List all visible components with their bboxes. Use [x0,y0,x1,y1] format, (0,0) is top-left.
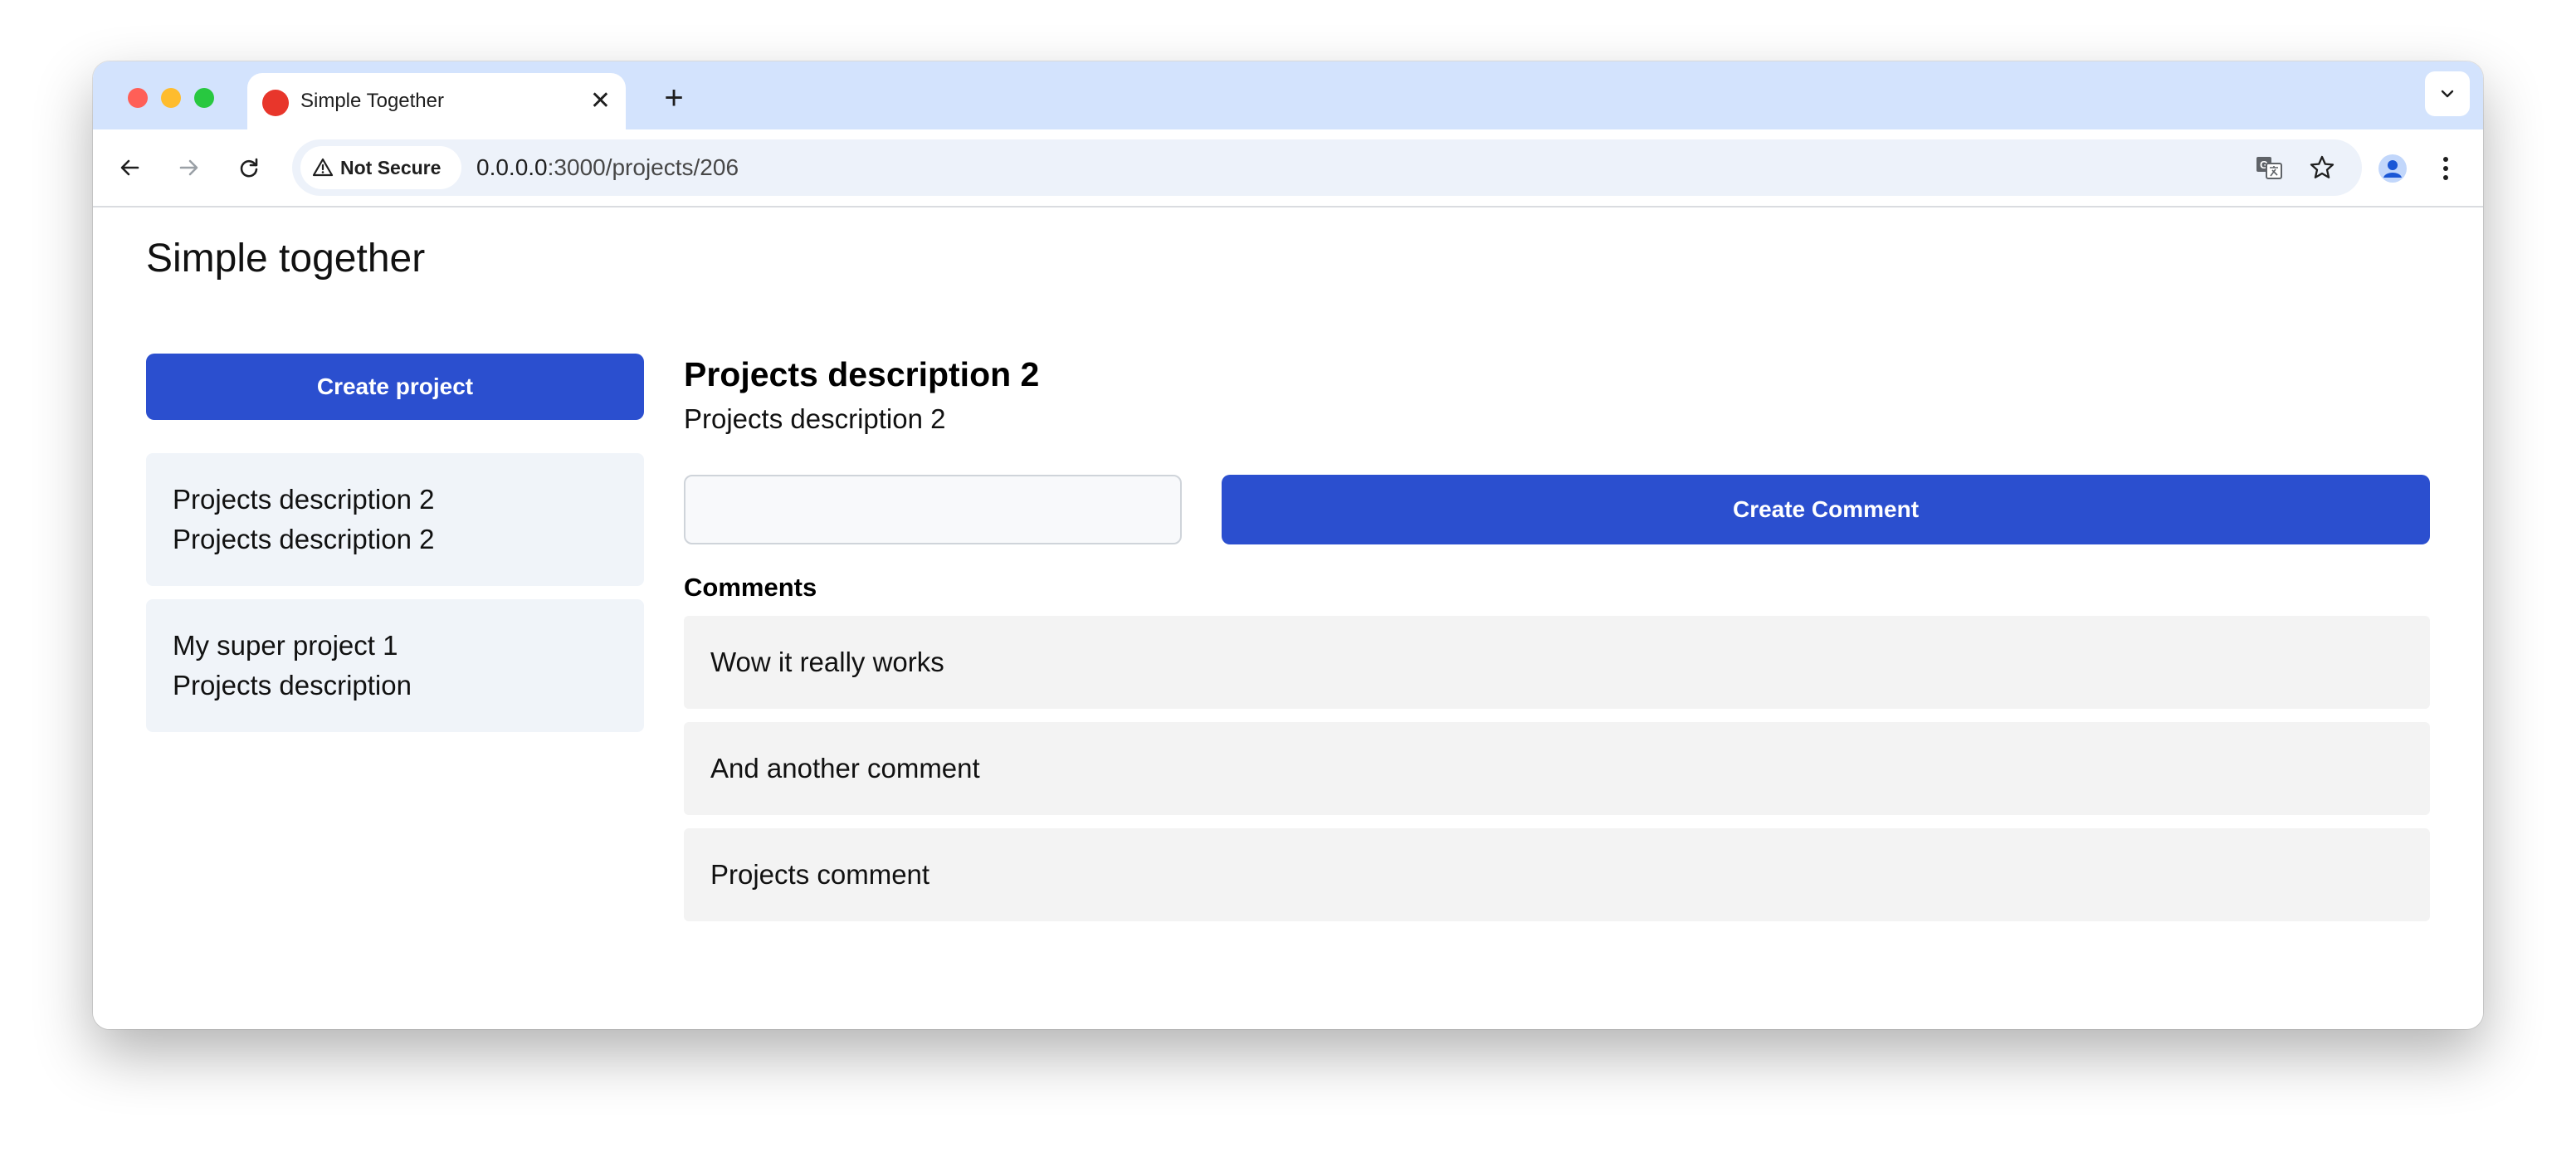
app-title: Simple together [146,237,426,281]
comment-item: Wow it really works [684,616,2430,709]
close-window-button[interactable] [128,88,148,108]
tab-title: Simple Together [300,90,444,112]
project-name: My super project 1 [173,630,398,661]
forward-button[interactable] [169,148,209,188]
browser-menu-button[interactable] [2427,149,2465,188]
more-vert-icon [2443,157,2448,180]
back-button[interactable] [110,148,149,188]
project-description: Projects description [173,670,412,700]
url-host: 0.0.0.0 [476,154,548,180]
browser-window: Simple Together ✕ + Not Secure 0.0.0.0:3… [93,61,2483,1029]
create-project-button[interactable]: Create project [146,354,644,420]
comment-list: Wow it really works And another comment … [684,616,2430,935]
url-path: :3000/projects/206 [547,154,739,180]
create-comment-button[interactable]: Create Comment [1222,475,2430,544]
comment-item: And another comment [684,722,2430,815]
tab-strip: Simple Together ✕ + [93,61,2483,129]
arrow-right-icon [179,159,198,176]
security-label: Not Secure [340,156,442,178]
arrow-left-icon [120,159,139,176]
url-text[interactable]: 0.0.0.0:3000/projects/206 [476,139,739,196]
address-bar[interactable]: Not Secure 0.0.0.0:3000/projects/206 G [292,139,2362,196]
tab-close-icon[interactable]: ✕ [590,73,611,129]
project-card[interactable]: Projects description 2 Projects descript… [146,453,644,586]
reload-button[interactable] [229,148,269,188]
tab-search-button[interactable] [2425,71,2470,116]
comments-heading: Comments [684,573,817,602]
chevron-down-icon [2441,90,2454,98]
profile-button[interactable] [2374,149,2412,188]
favicon-icon [262,90,289,116]
new-tab-button[interactable]: + [651,73,697,123]
comment-input[interactable] [684,475,1182,544]
minimize-window-button[interactable] [161,88,181,108]
browser-toolbar: Not Secure 0.0.0.0:3000/projects/206 G [93,129,2483,207]
project-name: Projects description 2 [173,484,435,515]
active-tab[interactable]: Simple Together ✕ [247,73,626,129]
reload-icon [240,158,258,178]
project-card[interactable]: My super project 1 Projects description [146,599,644,732]
project-list: Projects description 2 Projects descript… [146,453,644,745]
project-description: Projects description 2 [173,524,435,554]
project-detail-description: Projects description 2 [684,403,946,434]
page-content: Simple together Create project Projects … [93,207,2483,1029]
maximize-window-button[interactable] [194,88,214,108]
bookmark-star-icon[interactable] [2307,153,2337,183]
project-detail-title: Projects description 2 [684,355,1040,393]
comment-item: Projects comment [684,828,2430,921]
translate-icon[interactable]: G [2254,153,2284,183]
warning-icon [312,158,334,177]
avatar-icon [2378,154,2407,183]
security-chip[interactable]: Not Secure [300,146,461,189]
